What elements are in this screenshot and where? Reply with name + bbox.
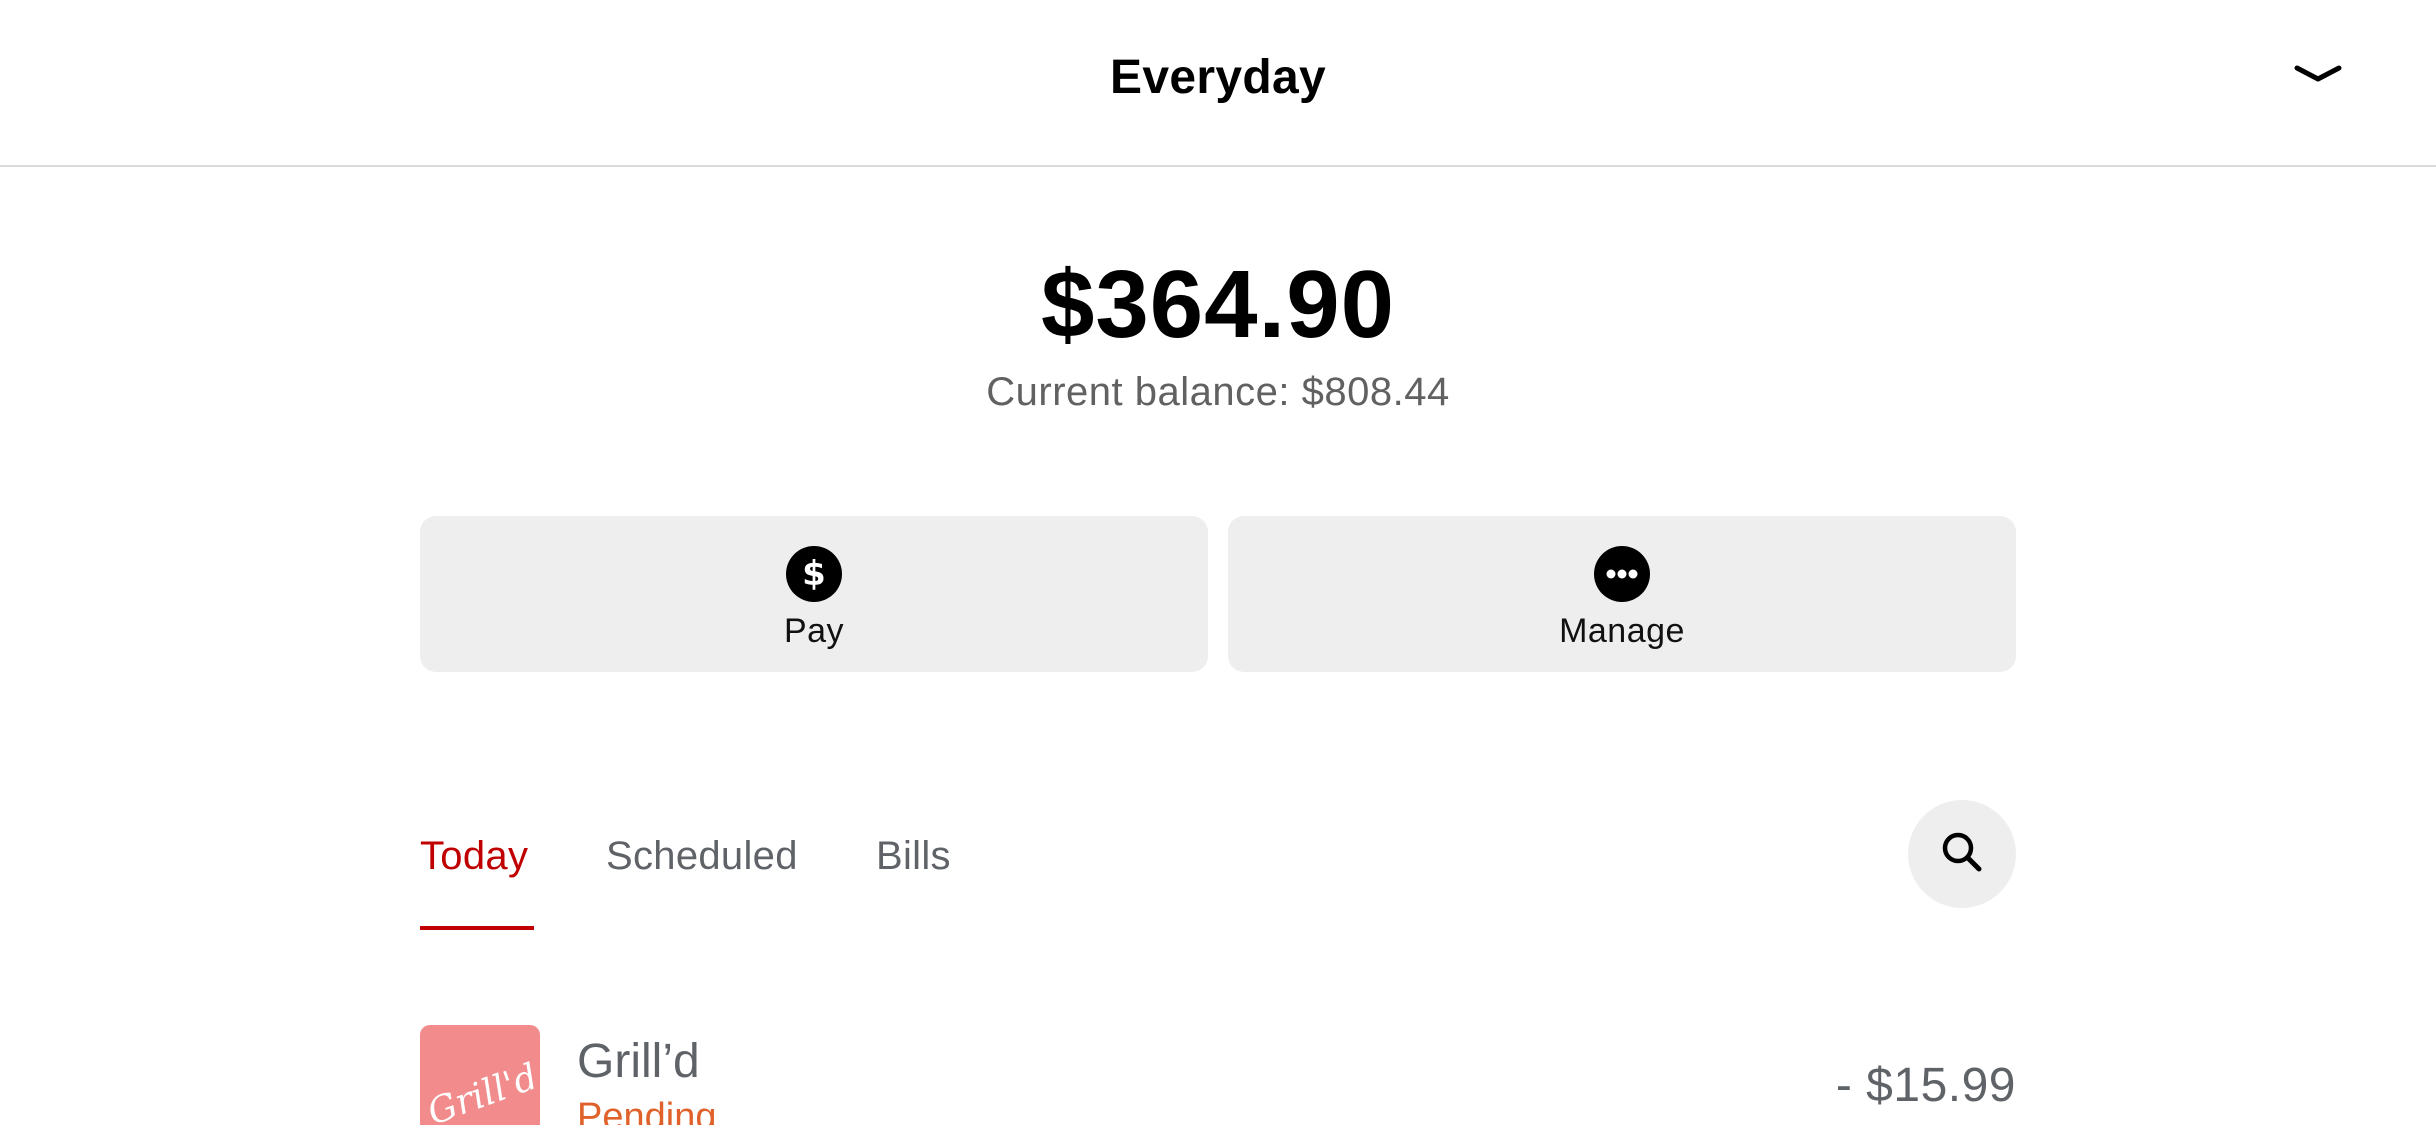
transaction-status: Pending <box>577 1096 717 1125</box>
page-title: Everyday <box>1110 51 1326 104</box>
available-balance: $364.90 <box>1040 251 1395 358</box>
svg-text:$: $ <box>802 554 826 594</box>
account-screen: Everyday $364.90 Current balance: $808.4… <box>0 0 2436 1125</box>
merchant-logo-text: Grill'd <box>422 1056 540 1125</box>
chevron-down-icon <box>2294 64 2342 89</box>
more-circle-icon <box>1594 546 1650 602</box>
transaction-tabs: Today Scheduled Bills <box>420 820 1020 930</box>
tab-today[interactable]: Today <box>420 834 528 879</box>
header: Everyday <box>0 0 2436 167</box>
manage-button[interactable]: Manage <box>1228 516 2016 672</box>
current-balance: Current balance: $808.44 <box>986 370 1450 414</box>
merchant-logo: Grill'd <box>420 1025 540 1125</box>
merchant-name: Grill’d <box>577 1035 700 1088</box>
active-tab-indicator <box>420 926 534 930</box>
manage-label: Manage <box>1559 612 1685 650</box>
tab-scheduled[interactable]: Scheduled <box>606 834 798 879</box>
pay-label: Pay <box>783 612 845 650</box>
search-icon <box>1938 828 1986 881</box>
pay-button[interactable]: $ Pay <box>420 516 1208 672</box>
search-button[interactable] <box>1908 800 2016 908</box>
tab-bills[interactable]: Bills <box>876 834 951 879</box>
transaction-amount: - $15.99 <box>1835 1059 2016 1112</box>
transaction-row[interactable]: Grill'd Grill’d Pending - $15.99 <box>420 1024 2016 1125</box>
collapse-button[interactable] <box>2290 56 2346 96</box>
dollar-circle-icon: $ <box>786 546 842 602</box>
